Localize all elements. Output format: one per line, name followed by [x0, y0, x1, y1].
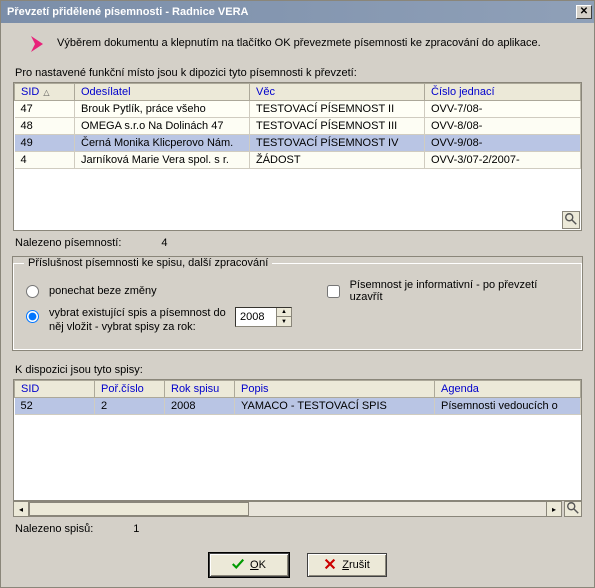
cell-vec: ŽÁDOST: [250, 152, 425, 169]
triangle-right-icon: ▸: [552, 505, 556, 514]
table-row[interactable]: 5222008YAMACO - TESTOVACÍ SPISPísemnosti…: [15, 397, 581, 414]
col-rok[interactable]: Rok spisu: [165, 380, 235, 397]
cancel-label: Zrušit: [342, 559, 370, 571]
cell-cislo: OVV-9/08-: [425, 135, 581, 152]
ok-button[interactable]: OK: [209, 553, 289, 577]
table-header-row: SID Poř.číslo Rok spisu Popis Agenda: [15, 380, 581, 397]
spisy-hscrollbar[interactable]: ◂ ▸: [13, 501, 582, 517]
search-button-grid1[interactable]: [562, 211, 580, 229]
search-icon: [566, 501, 580, 518]
radio-keep-label[interactable]: ponechat beze změny: [49, 285, 157, 297]
col-agenda[interactable]: Agenda: [435, 380, 581, 397]
cell-sid: 49: [15, 135, 75, 152]
dialog-window: Převzetí přidělené písemnosti - Radnice …: [0, 0, 595, 588]
close-icon: ✕: [580, 7, 588, 17]
col-vec[interactable]: Věc: [250, 84, 425, 101]
cross-icon: [323, 557, 337, 574]
spisy-table: SID Poř.číslo Rok spisu Popis Agenda 522…: [14, 380, 581, 415]
cell-sid: 4: [15, 152, 75, 169]
button-row: OK Zrušit: [13, 553, 582, 577]
spisy-grid[interactable]: SID Poř.číslo Rok spisu Popis Agenda 522…: [13, 379, 582, 501]
cell-popis: YAMACO - TESTOVACÍ SPIS: [235, 397, 435, 414]
spis-groupbox: Příslušnost písemnosti ke spisu, další z…: [13, 257, 582, 350]
documents-grid[interactable]: SID△ Odesílatel Věc Číslo jednací 47Brou…: [13, 82, 582, 231]
cell-odesilatel: Jarníková Marie Vera spol. s r.: [75, 152, 250, 169]
year-input[interactable]: [236, 308, 276, 326]
intro-row: Výběrem dokumentu a klepnutím na tlačítk…: [13, 29, 582, 63]
table-row[interactable]: 48OMEGA s.r.o Na Dolinách 47TESTOVACÍ PÍ…: [15, 118, 581, 135]
status-spisy: Nalezeno spisů: 1: [15, 523, 580, 535]
cell-por: 2: [95, 397, 165, 414]
cell-sid: 52: [15, 397, 95, 414]
scroll-thumb[interactable]: [29, 502, 249, 516]
table-row[interactable]: 49Černá Monika Klicperovo Nám.TESTOVACÍ …: [15, 135, 581, 152]
cell-agenda: Písemnosti vedoucích o: [435, 397, 581, 414]
arrow-right-icon: [29, 35, 45, 53]
cell-cislo: OVV-8/08-: [425, 118, 581, 135]
groupbox-legend: Příslušnost písemnosti ke spisu, další z…: [24, 257, 272, 269]
grid2-label: K dispozici jsou tyto spisy:: [15, 364, 582, 376]
status1-count: 4: [161, 237, 167, 249]
cell-odesilatel: Brouk Pytlík, práce všeho: [75, 101, 250, 118]
cancel-button[interactable]: Zrušit: [307, 553, 387, 577]
checkbox-informative[interactable]: [327, 285, 340, 298]
triangle-left-icon: ◂: [19, 505, 23, 514]
radio-select-spis[interactable]: [26, 310, 39, 323]
col-odesilatel[interactable]: Odesílatel: [75, 84, 250, 101]
close-button[interactable]: ✕: [576, 5, 592, 19]
table-row[interactable]: 47Brouk Pytlík, práce všehoTESTOVACÍ PÍS…: [15, 101, 581, 118]
radio-keep-unchanged[interactable]: [26, 285, 39, 298]
spin-up-icon[interactable]: ▲: [277, 308, 291, 317]
col-cislo[interactable]: Číslo jednací: [425, 84, 581, 101]
cell-vec: TESTOVACÍ PÍSEMNOST IV: [250, 135, 425, 152]
search-button-grid2[interactable]: [564, 501, 582, 517]
titlebar: Převzetí přidělené písemnosti - Radnice …: [1, 1, 594, 23]
search-icon: [564, 212, 578, 229]
cell-rok: 2008: [165, 397, 235, 414]
ok-label: OK: [250, 559, 266, 571]
cell-vec: TESTOVACÍ PÍSEMNOST III: [250, 118, 425, 135]
dialog-body: Výběrem dokumentu a klepnutím na tlačítk…: [1, 23, 594, 587]
intro-text: Výběrem dokumentu a klepnutím na tlačítk…: [57, 35, 541, 51]
table-row[interactable]: 4Jarníková Marie Vera spol. s r.ŽÁDOSTOV…: [15, 152, 581, 169]
status1-label: Nalezeno písemností:: [15, 237, 121, 249]
cell-cislo: OVV-3/07-2/2007-: [425, 152, 581, 169]
cell-cislo: OVV-7/08-: [425, 101, 581, 118]
check-icon: [231, 557, 245, 574]
table-header-row: SID△ Odesílatel Věc Číslo jednací: [15, 84, 581, 101]
scroll-right-button[interactable]: ▸: [546, 501, 562, 517]
grid1-label: Pro nastavené funkční místo jsou k dipoz…: [15, 67, 582, 79]
cell-sid: 48: [15, 118, 75, 135]
titlebar-title: Převzetí přidělené písemnosti - Radnice …: [7, 6, 576, 18]
checkbox-informative-label[interactable]: Písemnost je informativní - po převzetí …: [350, 279, 571, 303]
year-spinner[interactable]: ▲ ▼: [235, 307, 292, 327]
cell-odesilatel: Černá Monika Klicperovo Nám.: [75, 135, 250, 152]
status-documents: Nalezeno písemností: 4: [15, 237, 580, 249]
scroll-track[interactable]: [29, 501, 546, 517]
scroll-left-button[interactable]: ◂: [13, 501, 29, 517]
radio-select-spis-label[interactable]: vybrat existující spis a písemnost do ně…: [49, 307, 229, 335]
status2-label: Nalezeno spisů:: [15, 523, 93, 535]
col-popis[interactable]: Popis: [235, 380, 435, 397]
cell-sid: 47: [15, 101, 75, 118]
documents-table: SID△ Odesílatel Věc Číslo jednací 47Brou…: [14, 83, 581, 169]
cell-vec: TESTOVACÍ PÍSEMNOST II: [250, 101, 425, 118]
status2-count: 1: [133, 523, 139, 535]
col-sid2[interactable]: SID: [15, 380, 95, 397]
sort-asc-icon: △: [43, 88, 49, 97]
spin-down-icon[interactable]: ▼: [277, 317, 291, 326]
col-por[interactable]: Poř.číslo: [95, 380, 165, 397]
col-sid[interactable]: SID△: [15, 84, 75, 101]
cell-odesilatel: OMEGA s.r.o Na Dolinách 47: [75, 118, 250, 135]
